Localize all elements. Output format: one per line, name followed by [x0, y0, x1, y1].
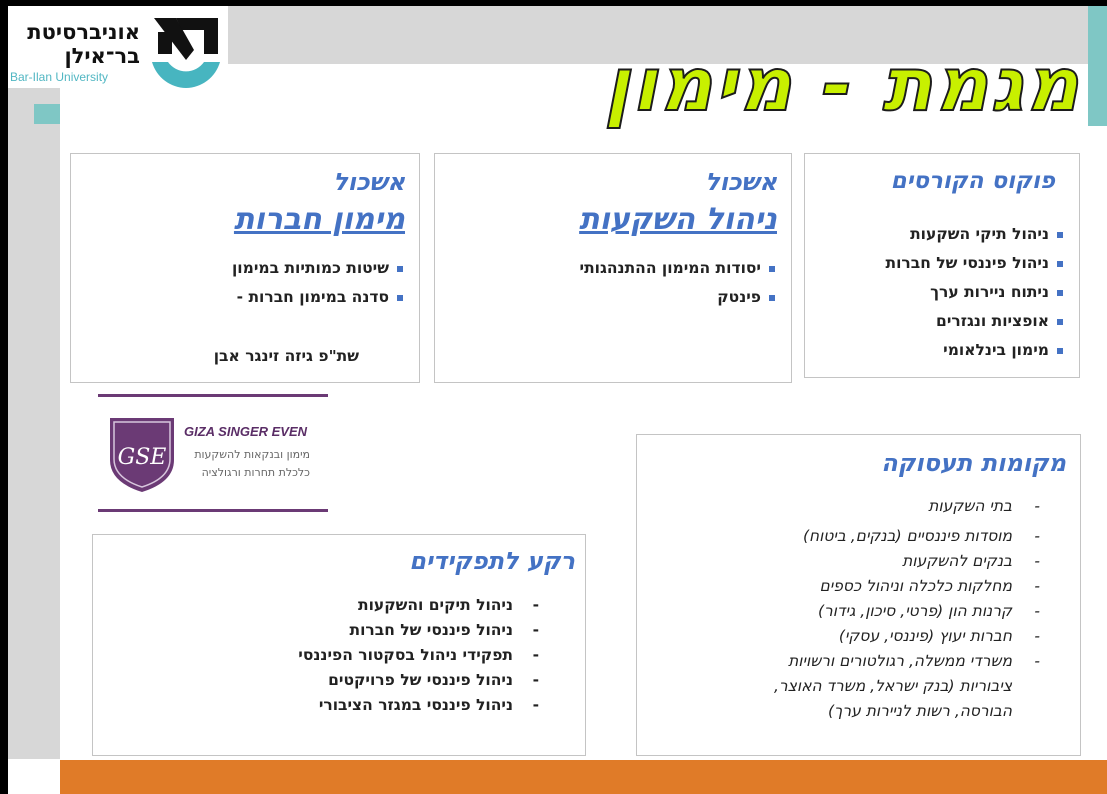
bar-ilan-logo-mark-icon — [152, 18, 220, 88]
logo-hebrew-line1: אוניברסיטת — [27, 20, 140, 44]
course-focus-box: פוקוס הקורסים ניהול תיקי השקעות ניהול פי… — [804, 153, 1080, 378]
side-band — [8, 125, 60, 759]
roles-heading: רקע לתפקידים — [409, 547, 575, 575]
list-item: - תפקידי ניהול בסקטור הפיננסי — [298, 646, 539, 664]
investment-cluster-list: יסודות המימון ההתנהגותי פינטק — [580, 254, 776, 312]
investment-cluster-name: ניהול השקעות — [579, 202, 777, 237]
list-item: - ניהול פיננסי של פרויקטים — [328, 671, 539, 689]
employment-box: מקומות תעסוקה - בתי השקעות - מוסדות פיננסי… — [636, 434, 1081, 756]
employment-heading: מקומות תעסוקה — [881, 449, 1066, 477]
course-focus-heading: פוקוס הקורסים — [890, 168, 1055, 194]
list-item: אופציות ונגזרים — [886, 307, 1064, 336]
list-item: - משרדי ממשלה, רגולטורים ורשויות ציבוריות… — [774, 649, 1040, 724]
logo-hebrew-line2: בר־אילן — [64, 44, 140, 68]
investment-cluster-box: אשכול ניהול השקעות יסודות המימון ההתנהגו… — [434, 153, 792, 383]
list-item: - חברות יעוץ (פיננסי, עסקי) — [838, 627, 1040, 645]
list-item: - קרנות הון (פרטי, סיכון, גידור) — [818, 602, 1040, 620]
list-item: פינטק — [580, 283, 776, 312]
list-item: - ניהול תיקים והשקעות — [357, 596, 539, 614]
slide: אוניברסיטת בר־אילן Bar-Ilan University מ… — [0, 0, 1107, 794]
employment-list: - בתי השקעות - מוסדות פיננסיים (בנקים, ביט… — [774, 494, 1040, 724]
list-item: - בתי השקעות — [928, 497, 1040, 515]
footer-bar — [60, 760, 1107, 794]
list-item: - ניהול פיננסי במגזר הציבורי — [318, 696, 539, 714]
gse-divider-top — [98, 394, 328, 397]
list-item: יסודות המימון ההתנהגותי — [580, 254, 776, 283]
list-item: שיטות כמותיות במימון — [232, 254, 404, 283]
gse-divider-bottom — [98, 509, 328, 512]
list-item: - מוסדות פיננסיים (בנקים, ביטוח) — [802, 527, 1040, 545]
corporate-cluster-heading: אשכול — [333, 168, 405, 196]
gse-tagline-2: כלכלת תחרות ורגולציה — [201, 466, 310, 479]
university-logo: אוניברסיטת בר־אילן Bar-Ilan University — [8, 6, 228, 88]
gse-tagline-1: מימון ובנקאות להשקעות — [194, 448, 310, 461]
frame-left — [0, 0, 8, 794]
teal-accent-right — [1088, 6, 1107, 126]
roles-list: - ניהול תיקים והשקעות - ניהול פיננסי של חב… — [298, 593, 539, 718]
list-item-continuation: הבורסה, רשות לניירות ערך) — [827, 702, 1012, 720]
list-item: - ניהול פיננסי של חברות — [349, 621, 540, 639]
gse-logo: GSE GIZA SINGER EVEN מימון ובנקאות להשקע… — [98, 394, 328, 512]
teal-accent-left — [34, 104, 60, 124]
course-focus-list: ניהול תיקי השקעות ניהול פיננסי של חברות … — [886, 220, 1064, 365]
list-item: ניהול תיקי השקעות — [886, 220, 1064, 249]
page-title: מגמת - מימון — [603, 41, 1081, 129]
gse-name: GIZA SINGER EVEN — [184, 424, 308, 439]
corporate-cluster-name: מימון חברות — [233, 202, 405, 237]
svg-text:GSE: GSE — [118, 445, 167, 470]
roles-box: רקע לתפקידים - ניהול תיקים והשקעות - ניהול… — [92, 534, 586, 756]
corporate-cluster-partner: שת"פ גיזה זינגר אבן — [213, 347, 359, 365]
list-item: סדנה במימון חברות - — [232, 283, 404, 312]
list-item: ניתוח ניירות ערך — [886, 278, 1064, 307]
corporate-cluster-list: שיטות כמותיות במימון סדנה במימון חברות - — [232, 254, 404, 312]
investment-cluster-heading: אשכול — [705, 168, 777, 196]
corporate-cluster-box: אשכול מימון חברות שיטות כמותיות במימון ס… — [70, 153, 420, 383]
list-item-continuation: ציבוריות (בנק ישראל, משרד האוצר, — [774, 677, 1012, 695]
gse-shield-icon: GSE — [110, 418, 174, 492]
list-item: - מחלקות כלכלה וניהול כספים — [819, 577, 1040, 595]
list-item: ניהול פיננסי של חברות — [886, 249, 1064, 278]
list-item: - בנקים להשקעות — [902, 552, 1040, 570]
list-item: מימון בינלאומי — [886, 336, 1064, 365]
logo-english: Bar-Ilan University — [10, 70, 109, 84]
